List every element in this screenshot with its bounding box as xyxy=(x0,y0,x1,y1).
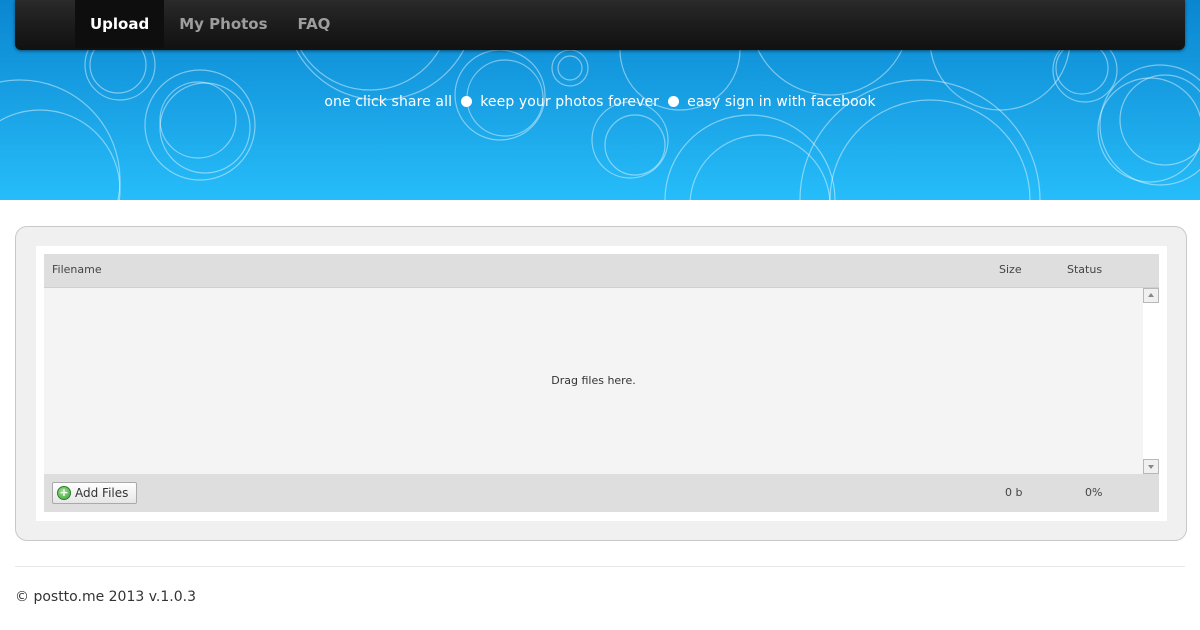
file-uploader: Filename Size Status Drag files here. + … xyxy=(36,246,1167,521)
nav-menu: Upload My Photos FAQ xyxy=(75,0,345,48)
nav-item-faq[interactable]: FAQ xyxy=(283,0,346,48)
tagline: one click share all keep your photos for… xyxy=(0,94,1200,110)
file-list-scrollbar[interactable] xyxy=(1143,288,1159,474)
file-list-footer: + Add Files 0 b 0% xyxy=(44,474,1159,512)
arrow-up-icon xyxy=(1148,293,1154,297)
scroll-up-button[interactable] xyxy=(1143,288,1159,303)
drop-zone-hint: Drag files here. xyxy=(551,374,636,387)
header-status: Status xyxy=(1067,263,1103,276)
bullet-icon xyxy=(460,96,472,107)
header-size: Size xyxy=(999,263,1022,276)
arrow-down-icon xyxy=(1148,465,1154,469)
total-size: 0 b xyxy=(1005,486,1023,499)
upload-panel: Filename Size Status Drag files here. + … xyxy=(15,226,1187,541)
bullet-icon xyxy=(667,96,679,107)
header-filename: Filename xyxy=(52,263,102,276)
tagline-share: one click share all xyxy=(324,94,453,110)
add-files-button[interactable]: + Add Files xyxy=(52,482,138,504)
footer-divider xyxy=(15,566,1185,567)
nav-item-my-photos[interactable]: My Photos xyxy=(164,0,282,48)
copyright-text: © postto.me 2013 v.1.0.3 xyxy=(15,589,196,605)
plus-circle-icon: + xyxy=(57,486,71,500)
file-drop-zone[interactable]: Drag files here. xyxy=(44,288,1143,474)
scroll-down-button[interactable] xyxy=(1143,459,1159,474)
tagline-signin: easy sign in with facebook xyxy=(687,94,876,110)
tagline-keep: keep your photos forever xyxy=(480,94,660,110)
file-list-header: Filename Size Status xyxy=(44,254,1159,288)
total-progress: 0% xyxy=(1085,486,1103,499)
navbar: Upload My Photos FAQ xyxy=(15,0,1185,50)
nav-item-upload[interactable]: Upload xyxy=(75,0,165,48)
add-files-label: Add Files xyxy=(75,486,129,500)
